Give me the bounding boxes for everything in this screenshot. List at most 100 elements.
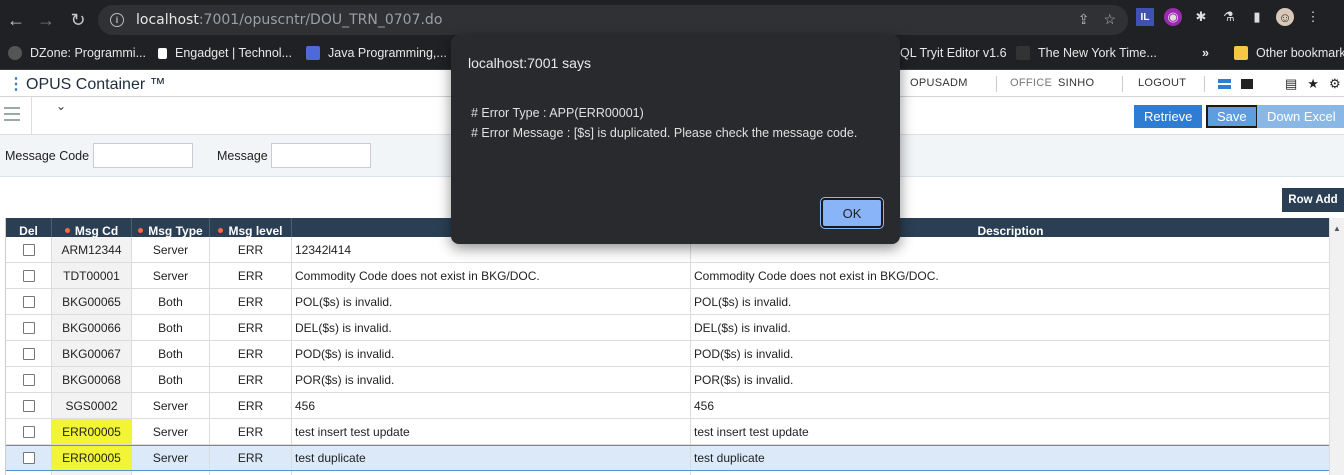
browser-menu-icon[interactable]: ⋮ — [1304, 8, 1322, 26]
layout-split-icon[interactable] — [1218, 79, 1231, 89]
profile-avatar[interactable]: ☺ — [1276, 8, 1294, 26]
description-cell[interactable]: test insert test update — [691, 419, 1329, 444]
extension-purple-icon[interactable]: ◉ — [1164, 8, 1182, 26]
message-code-input[interactable] — [93, 143, 193, 168]
table-row[interactable]: BKG00068 Both ERR POR($s) is invalid. POR($s… — [6, 367, 1329, 393]
table-row[interactable]: SGS0002 Server ERR 456 456 — [6, 393, 1329, 419]
msg-type-cell[interactable]: Server — [132, 237, 210, 262]
back-icon[interactable]: ← — [2, 6, 30, 34]
delete-checkbox[interactable] — [22, 347, 35, 360]
msg-type-cell[interactable]: Server — [132, 471, 210, 475]
site-info-icon[interactable]: i — [110, 13, 124, 27]
description-cell[interactable]: DEL($s) is invalid. — [691, 315, 1329, 340]
description-cell[interactable]: Commodity Code does not exist in BKG/DOC… — [691, 263, 1329, 288]
other-bookmarks[interactable]: Other bookmark — [1234, 46, 1344, 60]
msg-type-cell[interactable]: Server — [132, 446, 210, 470]
delete-checkbox[interactable] — [22, 399, 35, 412]
msg-cd-cell[interactable]: ERR00005 — [52, 419, 132, 444]
msg-cd-cell[interactable]: BKG00066 — [52, 315, 132, 340]
app-logo[interactable]: ⋮ OPUS Container ™ — [8, 74, 166, 94]
grid-scrollbar[interactable]: ▲ — [1329, 218, 1344, 475]
table-row[interactable]: BKG00067 Both ERR POD($s) is invalid. POD($s… — [6, 341, 1329, 367]
msg-type-cell[interactable]: Server — [132, 263, 210, 288]
labs-flask-icon[interactable]: ⚗ — [1220, 8, 1238, 26]
msg-cd-cell[interactable]: ARM12344 — [52, 237, 132, 262]
message-cell[interactable]: DEL($s) is invalid. — [292, 315, 691, 340]
message-cell[interactable]: 879 — [292, 471, 691, 475]
msg-type-cell[interactable]: Both — [132, 289, 210, 314]
msg-level-cell[interactable]: ERR — [210, 393, 292, 418]
layout-full-icon[interactable] — [1241, 79, 1253, 89]
forward-icon[interactable]: → — [32, 6, 60, 34]
table-row[interactable]: BKG00073ServerERR879879 — [6, 471, 1329, 475]
msg-type-cell[interactable]: Server — [132, 419, 210, 444]
delete-checkbox[interactable] — [22, 269, 35, 282]
message-cell[interactable]: POR($s) is invalid. — [292, 367, 691, 392]
msg-type-cell[interactable]: Server — [132, 393, 210, 418]
favorite-star-icon[interactable]: ★ — [1307, 76, 1319, 92]
delete-checkbox[interactable] — [22, 425, 35, 438]
delete-checkbox[interactable] — [22, 373, 35, 386]
message-cell[interactable]: 456 — [292, 393, 691, 418]
description-cell[interactable]: POR($s) is invalid. — [691, 367, 1329, 392]
table-row[interactable]: BKG00066 Both ERR DEL($s) is invalid. DEL($s… — [6, 315, 1329, 341]
table-row[interactable]: ERR00005 Server ERR test insert test update… — [6, 419, 1329, 445]
ok-button[interactable]: OK — [820, 197, 884, 229]
message-cell[interactable]: POD($s) is invalid. — [292, 341, 691, 366]
chevron-down-icon[interactable]: ⌄ — [56, 99, 66, 113]
msg-cd-cell[interactable]: SGS0002 — [52, 393, 132, 418]
share-icon[interactable]: ⇪ — [1078, 11, 1090, 28]
msg-level-cell[interactable]: ERR — [210, 419, 292, 444]
menu-hamburger-icon[interactable] — [4, 107, 20, 121]
msg-cd-cell[interactable]: TDT00001 — [52, 263, 132, 288]
message-cell[interactable]: POL($s) is invalid. — [292, 289, 691, 314]
description-cell[interactable]: POL($s) is invalid. — [691, 289, 1329, 314]
description-cell[interactable]: test duplicate — [691, 446, 1329, 470]
delete-checkbox[interactable] — [22, 452, 35, 464]
document-icon[interactable]: ▤ — [1285, 76, 1297, 92]
bookmark-engadget[interactable]: Engadget | Technol... — [158, 46, 292, 60]
bookmark-star-icon[interactable]: ☆ — [1103, 11, 1116, 28]
extension-il-icon[interactable]: IL — [1136, 8, 1154, 26]
side-panel-icon[interactable]: ▮ — [1248, 8, 1266, 26]
row-add-button[interactable]: Row Add — [1282, 188, 1344, 212]
msg-cd-cell[interactable]: BKG00065 — [52, 289, 132, 314]
message-cell[interactable]: test insert test update — [292, 419, 691, 444]
table-row[interactable]: ERR00005 Server ERR test duplicate test dupl… — [6, 445, 1329, 471]
table-row[interactable]: BKG00065 Both ERR POL($s) is invalid. POL($s… — [6, 289, 1329, 315]
msg-level-cell[interactable]: ERR — [210, 263, 292, 288]
description-cell[interactable]: 456 — [691, 393, 1329, 418]
logout-link[interactable]: LOGOUT — [1138, 77, 1186, 89]
description-cell[interactable]: POD($s) is invalid. — [691, 341, 1329, 366]
message-cell[interactable]: Commodity Code does not exist in BKG/DOC… — [292, 263, 691, 288]
msg-level-cell[interactable]: ERR — [210, 367, 292, 392]
msg-level-cell[interactable]: ERR — [210, 471, 292, 475]
save-button[interactable]: Save — [1205, 104, 1259, 129]
message-cell[interactable]: test duplicate — [292, 446, 691, 470]
down-excel-button[interactable]: Down Excel — [1257, 105, 1344, 128]
msg-level-cell[interactable]: ERR — [210, 446, 292, 470]
msg-type-cell[interactable]: Both — [132, 341, 210, 366]
msg-level-cell[interactable]: ERR — [210, 237, 292, 262]
msg-type-cell[interactable]: Both — [132, 367, 210, 392]
address-bar[interactable]: i localhost:7001/opuscntr/DOU_TRN_0707.d… — [98, 5, 1128, 35]
msg-level-cell[interactable]: ERR — [210, 289, 292, 314]
bookmark-java[interactable]: Java Programming,... — [306, 46, 447, 60]
msg-cd-cell[interactable]: BKG00073 — [52, 471, 132, 475]
delete-checkbox[interactable] — [22, 243, 35, 256]
scroll-up-icon[interactable]: ▲ — [1333, 224, 1341, 233]
retrieve-button[interactable]: Retrieve — [1134, 105, 1203, 128]
more-bookmarks[interactable]: » — [1202, 46, 1209, 60]
bookmark-nyt[interactable]: The New York Time... — [1016, 46, 1157, 60]
message-input[interactable] — [271, 143, 371, 168]
msg-type-cell[interactable]: Both — [132, 315, 210, 340]
bookmark-tryit[interactable]: QL Tryit Editor v1.6 — [900, 46, 1007, 60]
delete-checkbox[interactable] — [22, 295, 35, 308]
msg-cd-cell[interactable]: BKG00068 — [52, 367, 132, 392]
bookmark-dzone[interactable]: DZone: Programmi... — [8, 46, 146, 60]
table-row[interactable]: TDT00001 Server ERR Commodity Code does not… — [6, 263, 1329, 289]
msg-level-cell[interactable]: ERR — [210, 315, 292, 340]
msg-cd-cell[interactable]: ERR00005 — [52, 446, 132, 470]
description-cell[interactable]: 879 — [691, 471, 1329, 475]
msg-level-cell[interactable]: ERR — [210, 341, 292, 366]
